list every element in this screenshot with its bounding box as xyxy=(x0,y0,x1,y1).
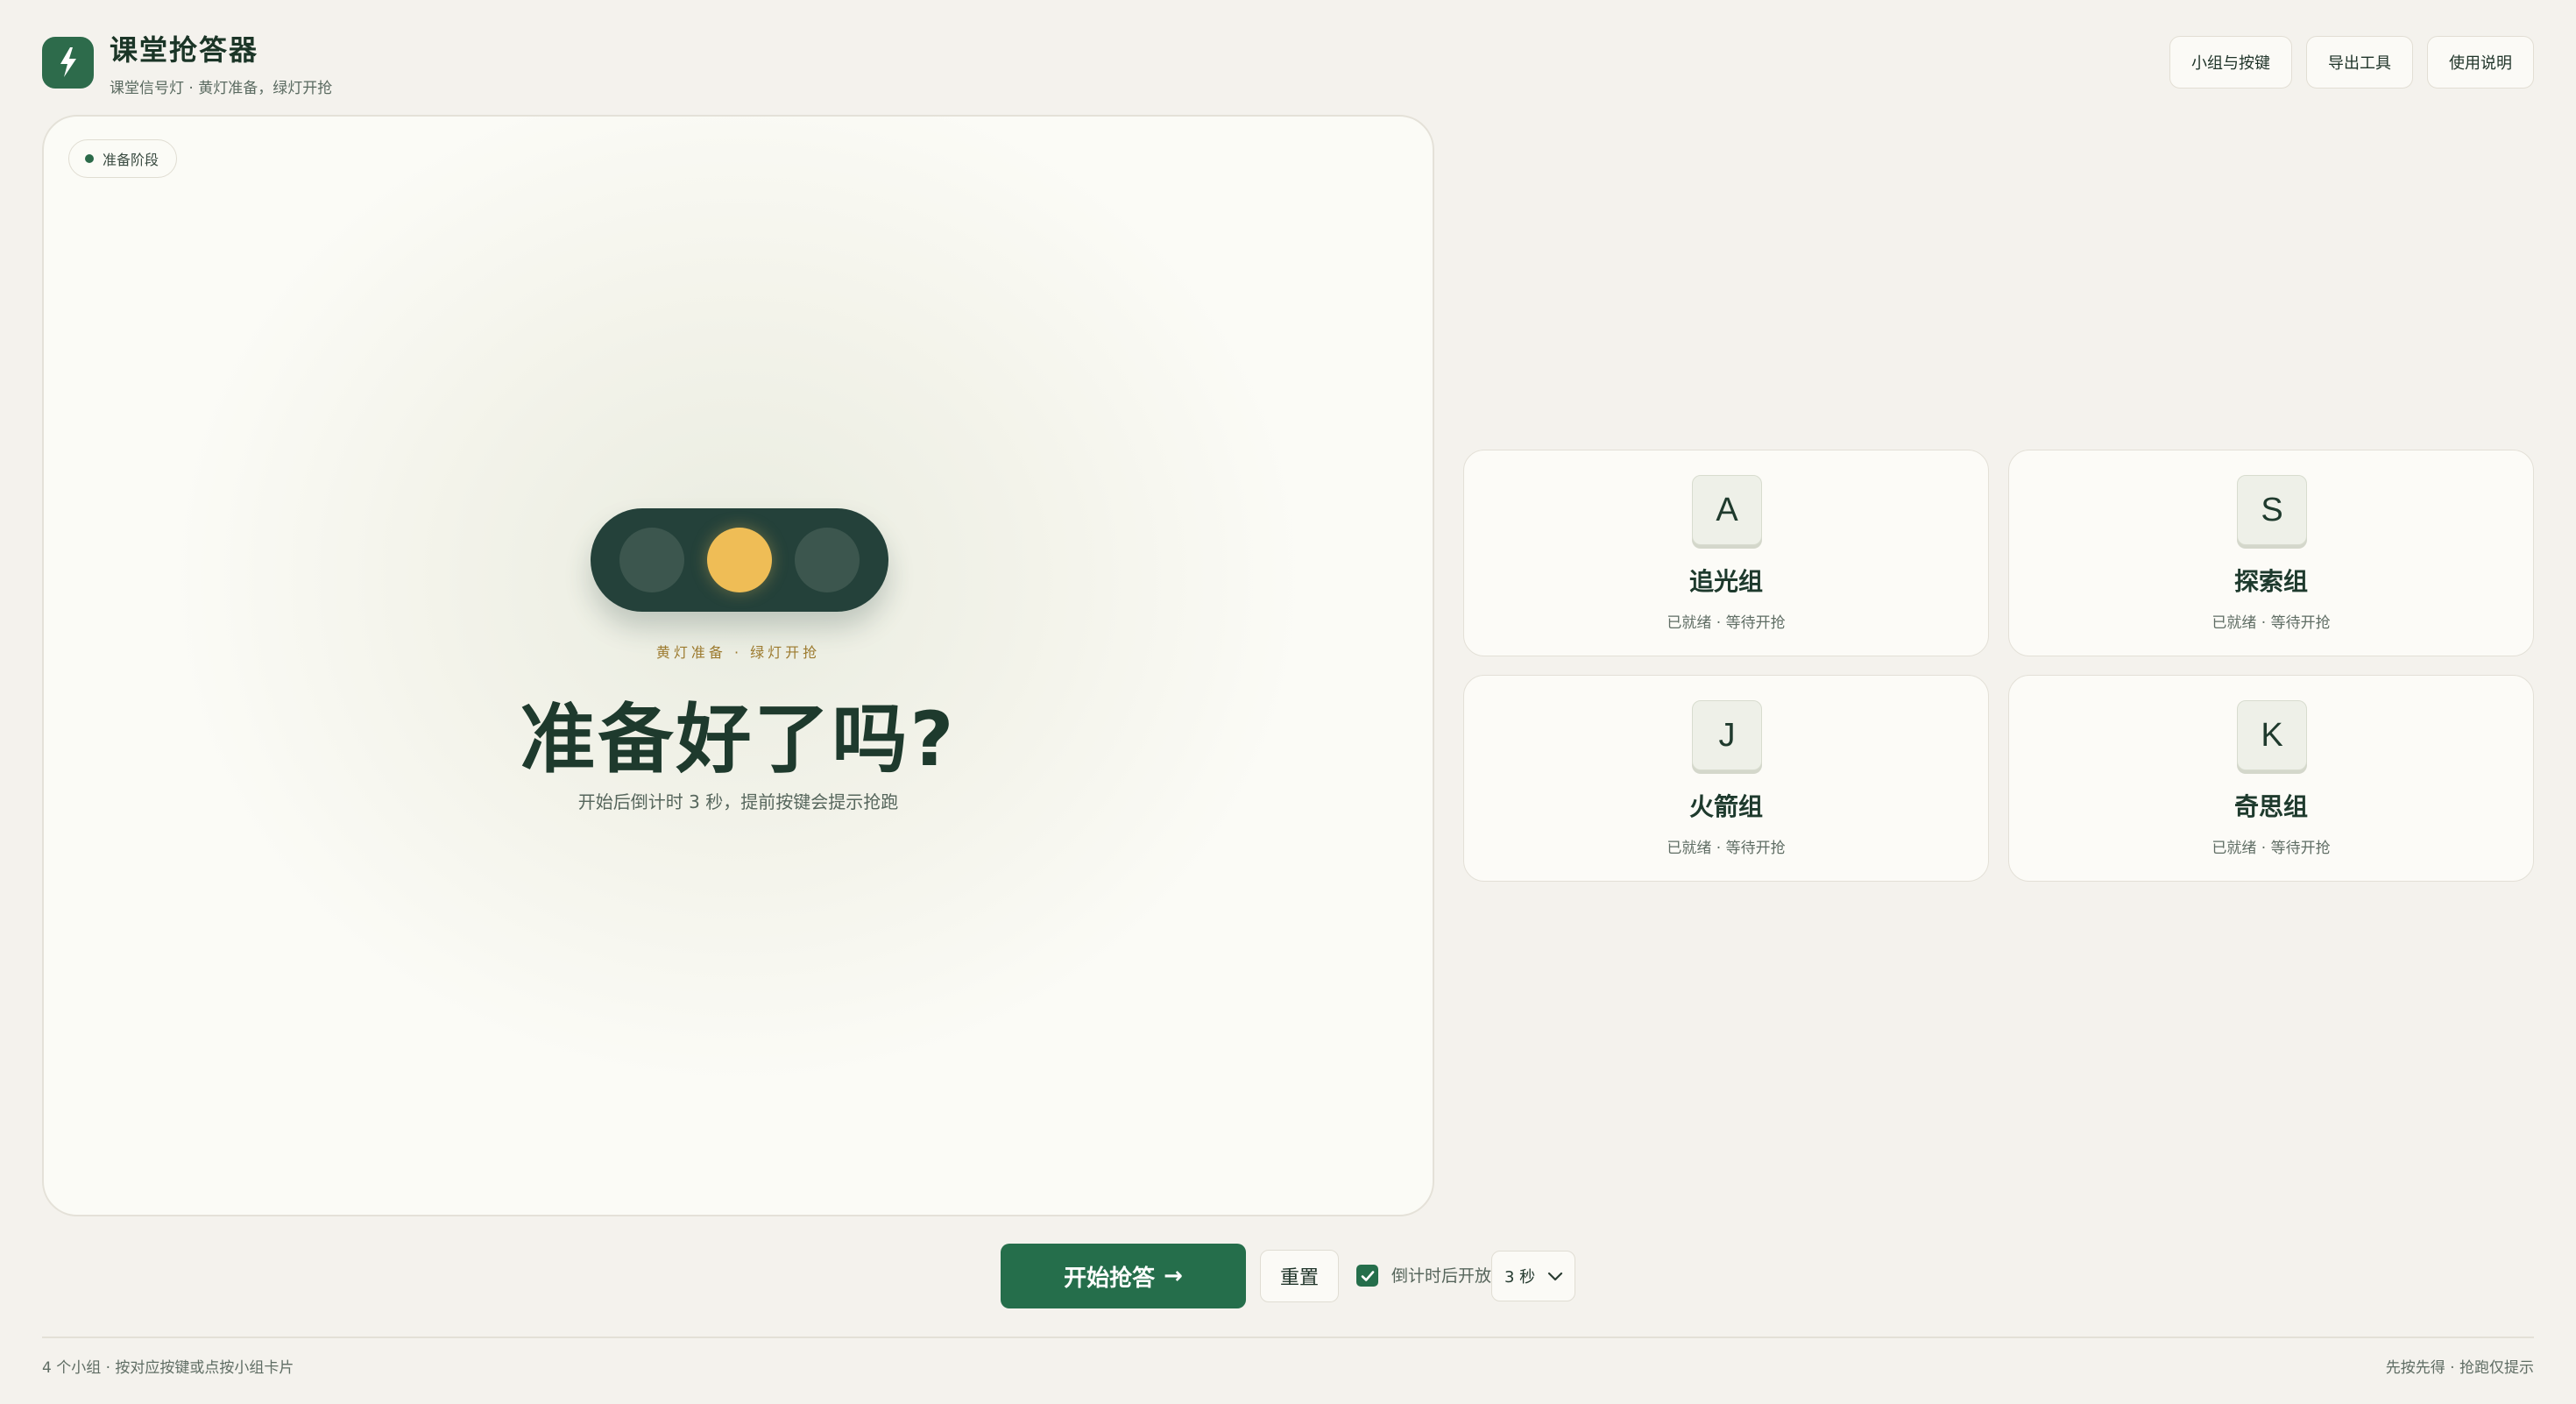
signal-hint: 黄灯准备 · 绿灯开抢 xyxy=(655,644,821,661)
team-status: 已就绪 · 等待开抢 xyxy=(1667,840,1786,857)
stage-description: 开始后倒计时 3 秒，提前按键会提示抢跑 xyxy=(577,791,899,812)
team-key: S xyxy=(2237,475,2307,545)
team-key: A xyxy=(1692,475,1762,545)
team-name: 探索组 xyxy=(2233,567,2308,596)
phase-label: 准备阶段 xyxy=(103,152,159,168)
countdown-select[interactable]: 3 秒 xyxy=(1491,1251,1575,1301)
traffic-light xyxy=(591,508,888,612)
team-card-k[interactable]: K 奇思组 已就绪 · 等待开抢 xyxy=(2008,675,2534,882)
export-tools-button[interactable]: 导出工具 xyxy=(2306,36,2413,89)
chevron-down-icon xyxy=(1547,1272,1563,1281)
team-card-s[interactable]: S 探索组 已就绪 · 等待开抢 xyxy=(2008,450,2534,656)
phase-badge: 准备阶段 xyxy=(68,139,178,178)
header-actions: 小组与按键 导出工具 使用说明 xyxy=(2169,36,2534,89)
stage-title: 准备好了吗? xyxy=(520,696,957,784)
yellow-light-icon xyxy=(707,528,772,592)
groups-keys-button[interactable]: 小组与按键 xyxy=(2169,36,2292,89)
team-status: 已就绪 · 等待开抢 xyxy=(1667,614,1786,632)
app-title: 课堂抢答器 xyxy=(110,32,259,67)
team-card-j[interactable]: J 火箭组 已就绪 · 等待开抢 xyxy=(1463,675,1989,882)
green-light-icon xyxy=(795,528,860,592)
stage-panel: 准备阶段 黄灯准备 · 绿灯开抢 准备好了吗? 开始后倒计时 3 秒，提前按键会… xyxy=(42,115,1434,1216)
team-status: 已就绪 · 等待开抢 xyxy=(2212,840,2331,857)
team-key: K xyxy=(2237,700,2307,770)
checkmark-icon xyxy=(1361,1270,1374,1281)
status-dot-icon xyxy=(85,154,94,163)
team-name: 奇思组 xyxy=(2233,792,2308,821)
team-card-a[interactable]: A 追光组 已就绪 · 等待开抢 xyxy=(1463,450,1989,656)
reset-button[interactable]: 重置 xyxy=(1260,1250,1339,1302)
team-name: 火箭组 xyxy=(1688,792,1763,821)
start-button[interactable]: 开始抢答 → xyxy=(1001,1244,1246,1308)
start-button-label: 开始抢答 xyxy=(1064,1265,1156,1292)
countdown-checkbox[interactable] xyxy=(1356,1265,1378,1287)
footer-info-right: 先按先得 · 抢跑仅提示 xyxy=(2385,1359,2534,1377)
footer-divider xyxy=(42,1337,2534,1338)
countdown-checkbox-label: 倒计时后开放 xyxy=(1391,1266,1492,1286)
app-header: 课堂抢答器 课堂信号灯 · 黄灯准备，绿灯开抢 小组与按键 导出工具 使用说明 xyxy=(42,33,2534,97)
footer-info-left: 4 个小组 · 按对应按键或点按小组卡片 xyxy=(42,1359,294,1377)
arrow-right-icon: → xyxy=(1164,1263,1183,1289)
lightning-icon xyxy=(42,36,94,89)
app-subtitle: 课堂信号灯 · 黄灯准备，绿灯开抢 xyxy=(110,79,333,97)
team-key: J xyxy=(1692,700,1762,770)
team-name: 追光组 xyxy=(1688,567,1763,596)
brand: 课堂抢答器 课堂信号灯 · 黄灯准备，绿灯开抢 xyxy=(42,28,332,97)
red-light-icon xyxy=(619,528,684,592)
help-button[interactable]: 使用说明 xyxy=(2427,36,2534,89)
countdown-select-value: 3 秒 xyxy=(1504,1268,1536,1287)
team-status: 已就绪 · 等待开抢 xyxy=(2212,614,2331,632)
